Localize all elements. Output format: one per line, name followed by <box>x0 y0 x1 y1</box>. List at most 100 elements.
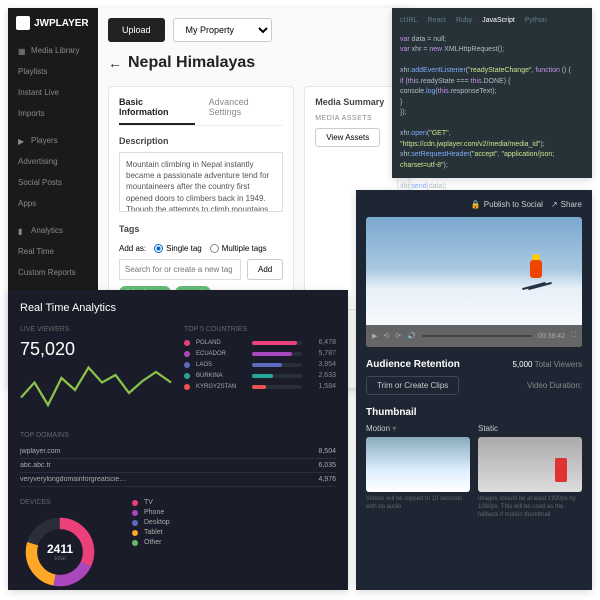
tabs: Basic Information Advanced Settings <box>119 97 283 126</box>
nav-apps[interactable]: Apps <box>8 193 98 214</box>
code-tab-python[interactable]: Python <box>525 16 547 27</box>
tags-label: Tags <box>119 224 283 234</box>
motion-note: Videos will be clipped to 10 seconds wit… <box>366 496 470 512</box>
logo[interactable]: JWPLAYER <box>8 16 98 40</box>
tab-basic[interactable]: Basic Information <box>119 97 195 125</box>
grid-icon: ▦ <box>18 47 26 55</box>
code-tab-ruby[interactable]: Ruby <box>456 16 472 27</box>
country-row: POLAND6,478 <box>184 339 336 346</box>
dot-icon <box>132 500 138 506</box>
tag-search-input[interactable] <box>119 259 241 280</box>
devices-legend: TVPhoneDesktopTabletOther <box>132 499 336 592</box>
play-icon: ▶ <box>18 137 26 145</box>
video-player[interactable]: ▶ ⟲ ⟳ 🔊 00:38:42 ⛶ <box>366 217 582 347</box>
radio-multiple-tags[interactable]: Multiple tags <box>210 244 267 253</box>
dot-icon <box>132 510 138 516</box>
retention-title: Audience Retention <box>366 359 460 370</box>
dot-icon <box>132 540 138 546</box>
nav-instant-live[interactable]: Instant Live <box>8 82 98 103</box>
nav-playlists[interactable]: Playlists <box>8 61 98 82</box>
domain-row: jwplayer.com8,504 <box>20 445 336 459</box>
viewers-chart <box>20 360 172 420</box>
forward-icon[interactable]: ⟳ <box>395 332 401 340</box>
nav-players[interactable]: ▶Players <box>8 130 98 151</box>
code-tabs: cURL React Ruby JavaScript Python <box>400 16 584 27</box>
donut-value: 2411 <box>47 542 73 556</box>
static-thumb-col: Static Images should be at least 1920px … <box>478 424 582 519</box>
analytics-title: Real Time Analytics <box>20 302 336 314</box>
dot-icon <box>184 351 190 357</box>
upload-button[interactable]: Upload <box>108 18 165 42</box>
radio-single-tag[interactable]: Single tag <box>154 244 202 253</box>
time-display: 00:38:42 <box>538 333 565 340</box>
fullscreen-icon[interactable]: ⛶ <box>571 332 576 340</box>
volume-icon[interactable]: 🔊 <box>407 332 416 340</box>
countries-block: Top 5 Countries POLAND6,478 ECUADOR5,787 L… <box>184 326 336 420</box>
duration-label: Video Duration: <box>527 381 582 390</box>
add-tag-button[interactable]: Add <box>247 259 283 280</box>
device-row: TV <box>132 499 336 506</box>
property-select[interactable]: My Property <box>173 18 272 42</box>
dot-icon <box>184 373 190 379</box>
skier-figure <box>522 252 552 292</box>
player-controls: ▶ ⟲ ⟳ 🔊 00:38:42 ⛶ <box>366 325 582 347</box>
nav-social-posts[interactable]: Social Posts <box>8 172 98 193</box>
lock-icon: 🔒 <box>471 200 481 209</box>
code-panel: cURL React Ruby JavaScript Python var da… <box>392 8 592 178</box>
device-row: Tablet <box>132 529 336 536</box>
country-row: ECUADOR5,787 <box>184 350 336 357</box>
nav-imports[interactable]: Imports <box>8 103 98 124</box>
code-tab-react[interactable]: React <box>428 16 446 27</box>
rewind-icon[interactable]: ⟲ <box>383 332 389 340</box>
device-row: Desktop <box>132 519 336 526</box>
nav-advertising[interactable]: Advertising <box>8 151 98 172</box>
video-topbar: 🔒Publish to Social ↗Share <box>366 200 582 209</box>
static-label: Static <box>478 424 582 433</box>
code-tab-curl[interactable]: cURL <box>400 16 418 27</box>
devices-donut-chart: 2411total <box>20 512 100 592</box>
content-row: Basic Information Advanced Settings Desc… <box>108 86 398 310</box>
nav-custom-reports[interactable]: Custom Reports <box>8 262 98 283</box>
thumbnail-title: Thumbnail <box>366 407 582 418</box>
logo-icon <box>16 16 30 30</box>
trim-button[interactable]: Trim or Create Clips <box>366 376 459 395</box>
motion-thumbnail[interactable] <box>366 437 470 492</box>
nav-media-library[interactable]: ▦Media Library <box>8 40 98 61</box>
country-row: LAOS3,954 <box>184 361 336 368</box>
publish-button[interactable]: 🔒Publish to Social <box>471 200 543 209</box>
nav-real-time[interactable]: Real Time <box>8 241 98 262</box>
description-textarea[interactable]: Mountain climbing in Nepal instantly bec… <box>119 152 283 212</box>
tab-advanced[interactable]: Advanced Settings <box>209 97 284 125</box>
back-arrow-icon[interactable]: ← <box>108 55 122 71</box>
thumbnail-section: Thumbnail Motion ▾ Videos will be clippe… <box>366 407 582 519</box>
play-icon[interactable]: ▶ <box>372 332 377 340</box>
summary-sub: MEDIA ASSETS <box>315 115 387 122</box>
retention-section: Audience Retention 5,000 Total Viewers T… <box>366 359 582 395</box>
progress-bar[interactable] <box>422 335 532 337</box>
country-row: KYRGYZSTAN1,584 <box>184 383 336 390</box>
view-assets-button[interactable]: View Assets <box>315 128 380 147</box>
viewers-block: Live Viewers 75,020 <box>20 326 172 420</box>
dot-icon <box>132 530 138 536</box>
donut-label: total <box>47 556 73 562</box>
dot-icon <box>184 362 190 368</box>
country-row: BURKINA2,633 <box>184 372 336 379</box>
static-thumbnail[interactable] <box>478 437 582 492</box>
share-button[interactable]: ↗Share <box>551 200 582 209</box>
tag-input-row: Add <box>119 259 283 280</box>
device-row: Other <box>132 539 336 546</box>
code-body[interactable]: var data = null;var xhr = new XMLHttpReq… <box>400 35 584 193</box>
tags-options: Add as: Single tag Multiple tags <box>119 244 283 253</box>
page-title: ← Nepal Himalayas <box>108 54 398 72</box>
motion-label: Motion ▾ <box>366 424 470 433</box>
nav-analytics[interactable]: ▮Analytics <box>8 220 98 241</box>
dot-icon <box>184 384 190 390</box>
dot-icon <box>132 520 138 526</box>
radio-off-icon <box>210 244 219 253</box>
video-panel: 🔒Publish to Social ↗Share ▶ ⟲ ⟳ 🔊 00:38:… <box>356 190 592 590</box>
static-note: Images should be at least 1920px by 1080… <box>478 496 582 519</box>
share-icon: ↗ <box>551 200 558 209</box>
code-tab-javascript[interactable]: JavaScript <box>482 16 515 27</box>
countries-label: Top 5 Countries <box>184 326 336 333</box>
basic-info-card: Basic Information Advanced Settings Desc… <box>108 86 294 310</box>
